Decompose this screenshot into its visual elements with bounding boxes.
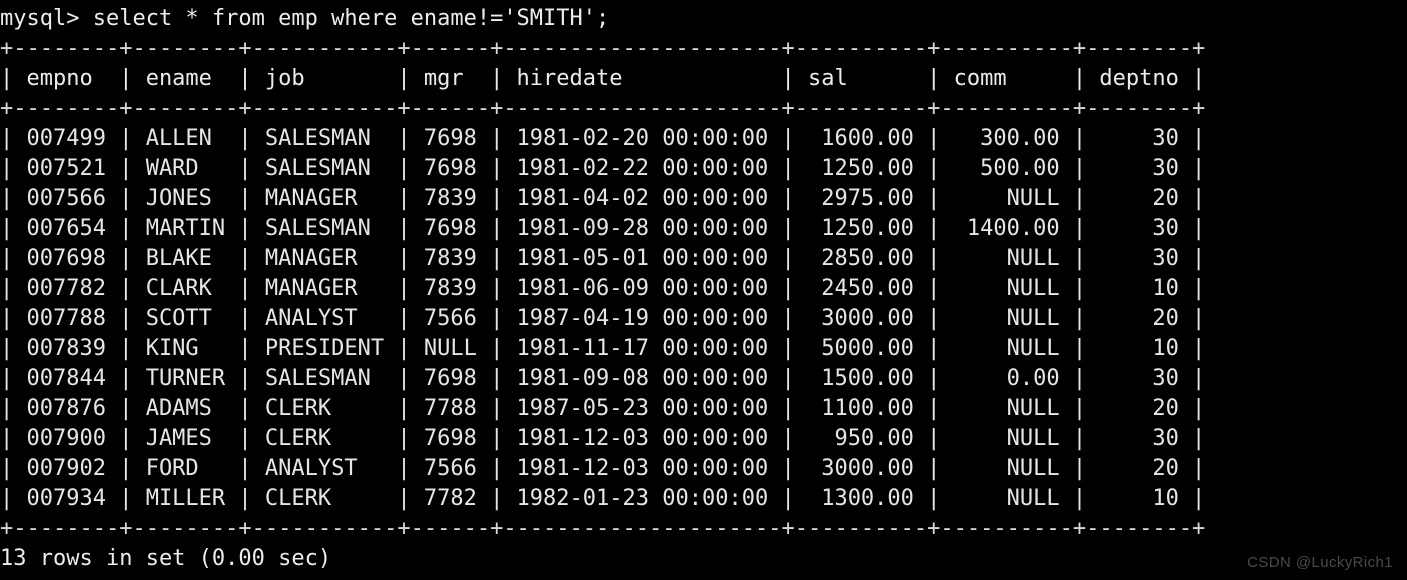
table-top-border: +--------+--------+-----------+------+--… bbox=[0, 36, 1206, 61]
table-row: | 007839 | KING | PRESIDENT | NULL | 198… bbox=[0, 336, 1206, 361]
table-row: | 007499 | ALLEN | SALESMAN | 7698 | 198… bbox=[0, 126, 1206, 151]
table-bottom-border: +--------+--------+-----------+------+--… bbox=[0, 516, 1206, 541]
watermark-label: CSDN @LuckyRich1 bbox=[1247, 554, 1393, 571]
table-row: | 007698 | BLAKE | MANAGER | 7839 | 1981… bbox=[0, 246, 1206, 271]
table-row: | 007902 | FORD | ANALYST | 7566 | 1981-… bbox=[0, 456, 1206, 481]
table-row: | 007782 | CLARK | MANAGER | 7839 | 1981… bbox=[0, 276, 1206, 301]
table-row: | 007934 | MILLER | CLERK | 7782 | 1982-… bbox=[0, 486, 1206, 511]
table-row: | 007900 | JAMES | CLERK | 7698 | 1981-1… bbox=[0, 426, 1206, 451]
mysql-prompt-line: mysql> select * from emp where ename!='S… bbox=[0, 6, 610, 31]
table-row: | 007521 | WARD | SALESMAN | 7698 | 1981… bbox=[0, 156, 1206, 181]
table-row: | 007788 | SCOTT | ANALYST | 7566 | 1987… bbox=[0, 306, 1206, 331]
table-row: | 007876 | ADAMS | CLERK | 7788 | 1987-0… bbox=[0, 396, 1206, 421]
terminal-window[interactable]: mysql> select * from emp where ename!='S… bbox=[0, 0, 1407, 580]
table-row: | 007566 | JONES | MANAGER | 7839 | 1981… bbox=[0, 186, 1206, 211]
table-body: | 007499 | ALLEN | SALESMAN | 7698 | 198… bbox=[0, 124, 1407, 514]
table-header-row: | empno | ename | job | mgr | hiredate |… bbox=[0, 66, 1206, 91]
table-row: | 007654 | MARTIN | SALESMAN | 7698 | 19… bbox=[0, 216, 1206, 241]
result-status-line: 13 rows in set (0.00 sec) bbox=[0, 546, 332, 571]
table-header-separator: +--------+--------+-----------+------+--… bbox=[0, 96, 1206, 121]
table-row: | 007844 | TURNER | SALESMAN | 7698 | 19… bbox=[0, 366, 1206, 391]
